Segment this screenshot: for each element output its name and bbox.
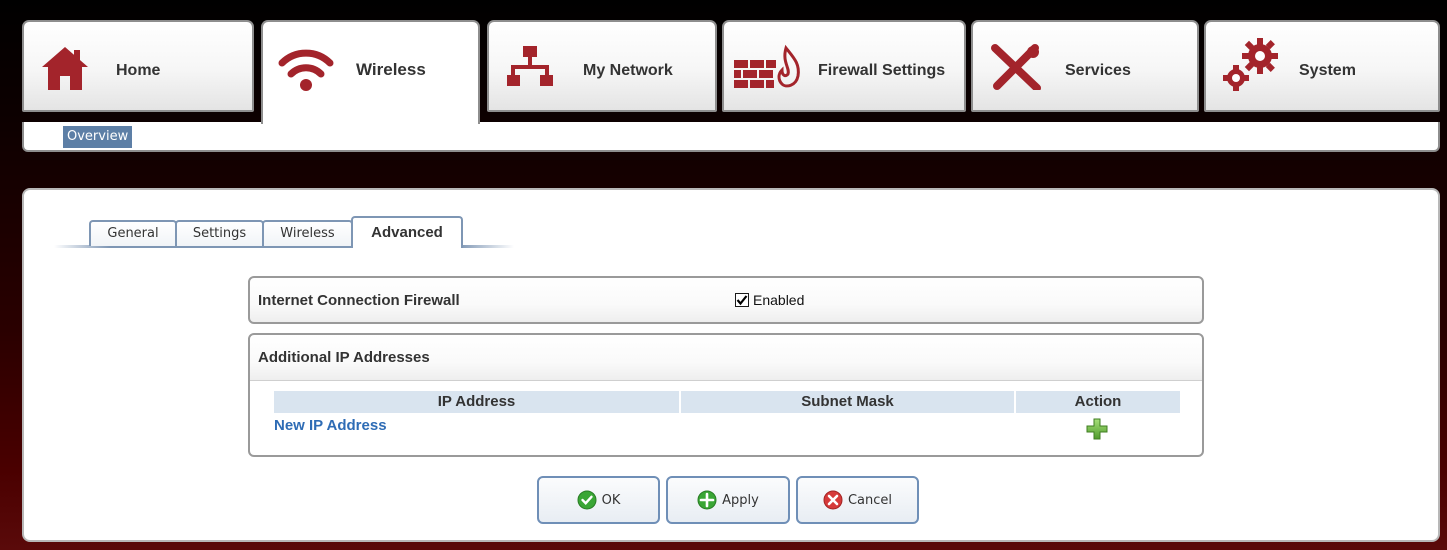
column-header-action: Action xyxy=(1016,391,1180,413)
nav-tab-services[interactable]: Services xyxy=(971,20,1199,112)
column-header-ip-address: IP Address xyxy=(274,391,679,413)
ok-label: OK xyxy=(601,492,621,508)
sub-navigation-bar: Overview xyxy=(22,122,1440,152)
add-icon[interactable] xyxy=(1086,418,1108,440)
nav-tab-system[interactable]: System xyxy=(1204,20,1440,112)
nav-label-system: System xyxy=(1299,62,1356,79)
network-icon xyxy=(507,46,553,86)
firewall-enabled-label: Enabled xyxy=(753,292,805,308)
nav-label-wireless: Wireless xyxy=(356,60,426,79)
additional-ip-title: Additional IP Addresses xyxy=(258,349,430,366)
firewall-enabled-checkbox[interactable] xyxy=(735,293,749,307)
cancel-label: Cancel xyxy=(847,492,893,508)
nav-tab-wireless[interactable]: Wireless xyxy=(261,20,480,124)
firewall-icon xyxy=(734,44,800,88)
subtab-advanced[interactable]: Advanced xyxy=(351,216,463,248)
subtab-settings[interactable]: Settings xyxy=(175,220,264,246)
home-icon xyxy=(42,47,88,90)
firewall-section: Internet Connection Firewall Enabled xyxy=(248,276,1204,324)
apply-icon xyxy=(697,490,717,510)
check-circle-icon xyxy=(577,490,597,510)
subtab-wireless[interactable]: Wireless xyxy=(262,220,353,246)
nav-label-my-network: My Network xyxy=(583,62,673,79)
gears-icon xyxy=(1223,38,1278,91)
additional-ip-section: Additional IP Addresses IP Address Subne… xyxy=(248,333,1204,457)
nav-tab-home[interactable]: Home xyxy=(22,20,254,112)
ok-button[interactable]: OK xyxy=(537,476,660,524)
new-ip-address-link[interactable]: New IP Address xyxy=(274,417,387,434)
nav-label-home: Home xyxy=(116,62,161,79)
top-navigation: Home Wireless My Network Firewall Settin… xyxy=(0,0,1447,160)
nav-tab-firewall-settings[interactable]: Firewall Settings xyxy=(722,20,966,112)
cancel-button[interactable]: Cancel xyxy=(796,476,919,524)
cancel-icon xyxy=(823,490,843,510)
firewall-label: Internet Connection Firewall xyxy=(258,292,460,309)
sub-tabs: General Settings Wireless Advanced xyxy=(24,190,1442,260)
apply-label: Apply xyxy=(722,492,759,508)
nav-label-firewall-settings: Firewall Settings xyxy=(818,62,946,79)
subnav-overview[interactable]: Overview xyxy=(63,126,133,148)
subtab-general[interactable]: General xyxy=(89,220,177,246)
additional-ip-header: Additional IP Addresses xyxy=(250,335,1202,381)
firewall-enabled-toggle[interactable]: Enabled xyxy=(735,291,804,309)
tools-icon xyxy=(991,44,1041,90)
checkmark-icon xyxy=(736,295,748,306)
apply-button[interactable]: Apply xyxy=(666,476,790,524)
column-header-subnet-mask: Subnet Mask xyxy=(681,391,1014,413)
nav-label-services: Services xyxy=(1065,62,1131,79)
nav-tab-my-network[interactable]: My Network xyxy=(487,20,717,112)
wifi-icon xyxy=(278,49,334,91)
